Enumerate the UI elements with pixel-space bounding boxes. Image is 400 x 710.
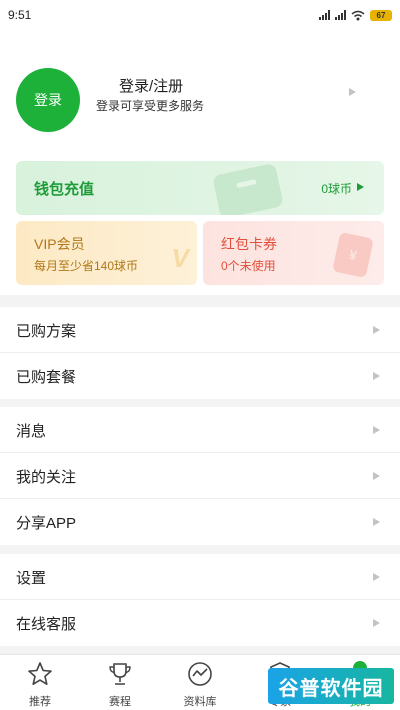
chevron-right-icon (373, 372, 380, 380)
coupon-title: 红包卡券 (221, 236, 277, 252)
chevron-right-icon (373, 426, 380, 434)
wallet-recharge-card[interactable]: 钱包充值 0球币 (16, 161, 384, 215)
star-icon (28, 662, 52, 685)
wallet-icon (212, 162, 284, 215)
nav-label: 资料库 (183, 696, 217, 708)
chevron-right-icon (373, 472, 380, 480)
menu-item-label: 已购方案 (16, 323, 77, 340)
menu-item-label: 我的关注 (16, 469, 77, 486)
play-arrow-icon (357, 183, 364, 191)
nav-label: 推荐 (29, 696, 51, 708)
login-avatar-button[interactable]: 登录 (16, 68, 80, 132)
trend-icon (188, 662, 212, 686)
login-subtitle: 登录可享受更多服务 (96, 99, 205, 113)
menu-item-following[interactable]: 我的关注 (0, 453, 400, 499)
account-cards: 钱包充值 0球币 V VIP会员 每月至少省140球币 ¥ 红包卡券 0个未使用 (0, 155, 400, 295)
menu-item-share-app[interactable]: 分享APP (0, 499, 400, 545)
coupon-subtitle: 0个未使用 (221, 259, 276, 273)
red-envelope-icon: ¥ (332, 231, 374, 279)
wifi-icon (351, 10, 365, 20)
menu-group-settings: 设置 在线客服 (0, 554, 400, 646)
chevron-right-icon (373, 573, 380, 581)
chevron-right-icon (373, 326, 380, 334)
wallet-balance: 0球币 (321, 182, 352, 196)
vip-membership-card[interactable]: V VIP会员 每月至少省140球币 (16, 221, 197, 285)
menu-item-label: 在线客服 (16, 616, 77, 633)
menu-group-purchases: 已购方案 已购套餐 (0, 307, 400, 399)
menu-item-label: 分享APP (16, 515, 77, 532)
signal-icon (319, 10, 330, 20)
chevron-right-icon (373, 518, 380, 526)
menu-item-label: 设置 (16, 570, 47, 587)
coupon-card[interactable]: ¥ 红包卡券 0个未使用 (203, 221, 384, 285)
menu-item-label: 消息 (16, 423, 47, 440)
menu-item-online-support[interactable]: 在线客服 (0, 600, 400, 646)
login-register-title[interactable]: 登录/注册 (119, 75, 183, 96)
nav-label: 赛程 (109, 696, 131, 708)
nav-tab-database[interactable]: 资料库 (160, 655, 240, 710)
vip-badge-icon: V (171, 243, 189, 273)
battery-icon: 67 (370, 9, 392, 21)
nav-tab-recommend[interactable]: 推荐 (0, 655, 80, 710)
status-icons: 67 (319, 9, 392, 21)
wallet-title: 钱包充值 (34, 181, 95, 198)
trophy-icon (109, 663, 131, 685)
nav-tab-schedule[interactable]: 赛程 (80, 655, 160, 710)
status-time: 9:51 (8, 8, 32, 22)
menu-item-label: 已购套餐 (16, 369, 77, 386)
vip-subtitle: 每月至少省140球币 (34, 259, 139, 273)
signal-icon (335, 10, 346, 20)
status-bar: 9:51 67 (0, 0, 400, 30)
menu-item-messages[interactable]: 消息 (0, 407, 400, 453)
vip-title: VIP会员 (34, 236, 85, 252)
menu-item-purchased-packages[interactable]: 已购套餐 (0, 353, 400, 399)
watermark-logo: 谷普软件园 (268, 668, 394, 704)
chevron-right-icon (349, 88, 356, 96)
menu-group-social: 消息 我的关注 分享APP (0, 407, 400, 545)
menu-item-purchased-plans[interactable]: 已购方案 (0, 307, 400, 353)
chevron-right-icon (373, 619, 380, 627)
profile-header[interactable]: 登录 登录/注册 登录可享受更多服务 (0, 30, 400, 155)
menu-item-settings[interactable]: 设置 (0, 554, 400, 600)
